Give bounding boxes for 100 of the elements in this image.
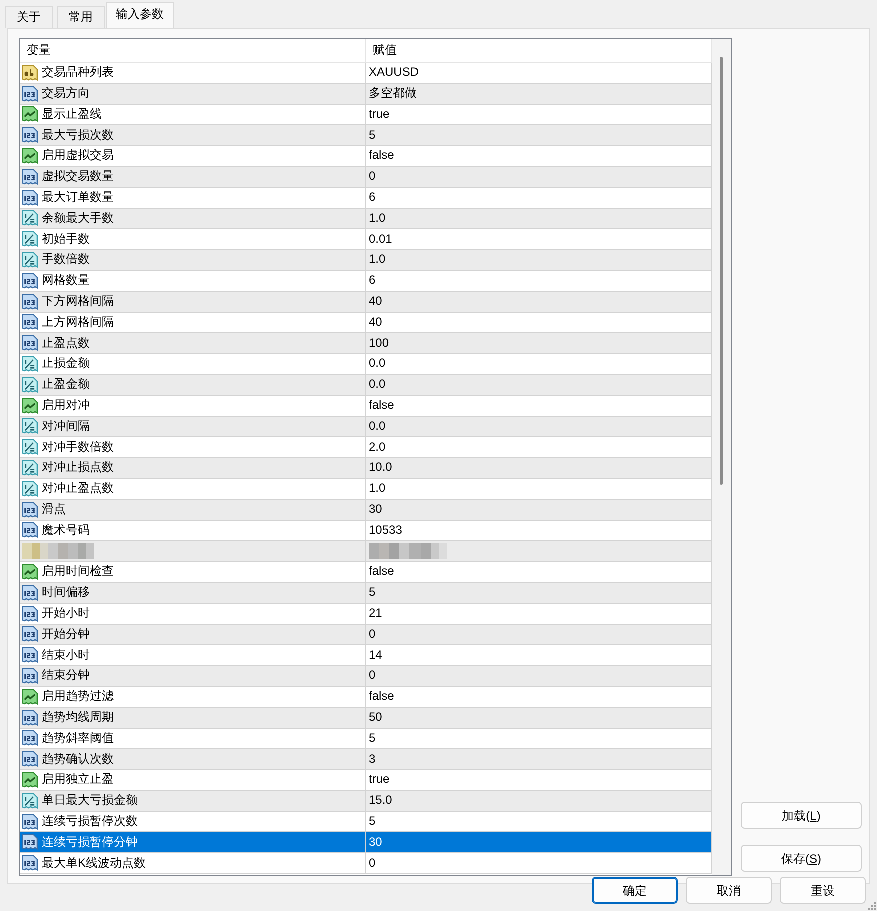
resize-grip-icon[interactable] (867, 901, 876, 910)
table-row[interactable]: 最大单K线波动点数 0 (20, 853, 712, 874)
table-row[interactable]: 开始分钟 0 (20, 624, 712, 646)
table-row[interactable]: 结束小时 14 (20, 645, 712, 666)
table-row[interactable]: 最大订单数量 6 (20, 188, 712, 209)
table-row[interactable]: 交易方向 多空都做 (20, 84, 712, 105)
table-row[interactable]: 手数倍数 1.0 (20, 250, 712, 271)
parameter-value: 50 (369, 711, 382, 724)
parameter-name: 止损金额 (42, 357, 90, 371)
numbers-icon (22, 168, 38, 185)
table-row[interactable]: 上方网格间隔 40 (20, 312, 712, 334)
table-row[interactable]: 单日最大亏损金额 15.0 (20, 790, 712, 812)
fraction-icon (22, 252, 38, 268)
numbers-icon (22, 522, 38, 538)
line-chart-icon (22, 106, 38, 122)
parameter-name: 趋势确认次数 (42, 752, 114, 766)
parameter-value: XAUUSD (369, 66, 420, 80)
parameter-name: 初始手数 (42, 232, 90, 246)
numbers-icon (22, 335, 38, 352)
line-chart-icon (22, 148, 38, 164)
tab[interactable]: 常用 (57, 6, 105, 28)
load-button[interactable]: 加载(L) (741, 802, 862, 829)
parameter-value: 多空都做 (369, 87, 417, 100)
table-row[interactable]: 连续亏损暂停次数 5 (20, 812, 712, 832)
fraction-icon (22, 210, 38, 226)
numbers-icon (22, 502, 38, 518)
table-row[interactable] (20, 541, 712, 562)
table-row[interactable]: 对冲止损点数 10.0 (20, 458, 712, 479)
table-row[interactable]: 显示止盈线 true (20, 104, 712, 126)
fraction-icon (22, 439, 38, 456)
table-row[interactable]: 初始手数 0.01 (20, 229, 712, 250)
parameter-value: 10.0 (369, 461, 392, 475)
table-row[interactable]: 对冲手数倍数 2.0 (20, 437, 712, 458)
table-row[interactable]: 启用独立止盈 true (20, 770, 712, 791)
parameter-value: 21 (369, 607, 382, 620)
table-row[interactable]: 连续亏损暂停分钟 30 (20, 832, 712, 854)
reset-button[interactable]: 重设 (780, 877, 866, 904)
table-row[interactable]: 止盈金额 0.0 (20, 374, 712, 396)
parameter-value: 30 (369, 503, 382, 516)
line-chart-icon (22, 688, 38, 705)
table-row[interactable]: 最大亏损次数 5 (20, 125, 712, 146)
numbers-icon (22, 834, 38, 850)
parameter-value: 40 (369, 295, 382, 308)
numbers-icon (22, 314, 38, 330)
table-row[interactable]: 止损金额 0.0 (20, 354, 712, 375)
parameter-name: 启用虚拟交易 (42, 149, 114, 163)
parameter-name: 启用时间检查 (42, 565, 114, 579)
numbers-icon (22, 647, 38, 664)
parameter-name: 下方网格间隔 (42, 295, 114, 308)
table-row[interactable]: 启用时间检查 false (20, 562, 712, 583)
fraction-icon (22, 460, 38, 476)
parameter-value: 40 (369, 316, 382, 330)
parameter-value: 1.0 (369, 253, 386, 267)
table-row[interactable]: 止盈点数 100 (20, 333, 712, 354)
ok-button[interactable]: 确定 (592, 877, 678, 904)
table-row[interactable]: 趋势均线周期 50 (20, 708, 712, 728)
parameter-value: 5 (369, 814, 376, 828)
table-row[interactable]: 交易品种列表 XAUUSD (20, 63, 712, 84)
parameter-name: 对冲止盈点数 (42, 482, 114, 496)
numbers-icon (22, 86, 38, 102)
letters-icon (22, 64, 38, 81)
parameter-value: 0 (369, 856, 376, 870)
parameter-value: 0.0 (369, 420, 386, 434)
tab[interactable]: 输入参数 (106, 2, 174, 28)
parameter-value: 0.0 (369, 378, 386, 392)
fraction-icon (22, 418, 38, 434)
tab[interactable]: 关于 (5, 6, 53, 28)
table-row[interactable]: 启用对冲 false (20, 396, 712, 417)
parameter-name: 网格数量 (42, 274, 90, 288)
table-row[interactable]: 魔术号码 10533 (20, 520, 712, 542)
parameter-name: 结束分钟 (42, 669, 90, 683)
save-button[interactable]: 保存(S) (741, 845, 862, 872)
table-row[interactable]: 趋势斜率阈值 5 (20, 728, 712, 750)
table-row[interactable]: 趋势确认次数 3 (20, 749, 712, 770)
numbers-icon (22, 606, 38, 622)
numbers-icon (22, 855, 38, 872)
table-row[interactable]: 下方网格间隔 40 (20, 292, 712, 313)
table-row[interactable]: 网格数量 6 (20, 270, 712, 292)
cancel-button[interactable]: 取消 (686, 877, 772, 904)
table-row[interactable]: 启用虚拟交易 false (20, 146, 712, 167)
line-chart-icon (22, 398, 38, 414)
parameter-value: 5 (369, 128, 376, 142)
numbers-icon (22, 814, 38, 830)
table-row[interactable]: 滑点 30 (20, 500, 712, 521)
table-row[interactable]: 启用趋势过滤 false (20, 686, 712, 708)
fraction-icon (22, 480, 38, 497)
table-row[interactable]: 对冲间隔 0.0 (20, 416, 712, 438)
parameter-name: 启用对冲 (42, 399, 90, 412)
table-row[interactable]: 虚拟交易数量 0 (20, 166, 712, 188)
parameter-name: 显示止盈线 (42, 108, 102, 122)
numbers-icon (22, 751, 38, 768)
table-row[interactable]: 开始小时 21 (20, 604, 712, 625)
table-row[interactable]: 对冲止盈点数 1.0 (20, 478, 712, 500)
table-row[interactable]: 余额最大手数 1.0 (20, 208, 712, 230)
scrollbar-track[interactable] (712, 39, 731, 875)
parameter-value: false (369, 565, 394, 579)
parameter-name: 止盈点数 (42, 336, 90, 350)
table-row[interactable]: 结束分钟 0 (20, 666, 712, 687)
scrollbar-thumb[interactable] (720, 57, 723, 485)
table-row[interactable]: 时间偏移 5 (20, 582, 712, 604)
